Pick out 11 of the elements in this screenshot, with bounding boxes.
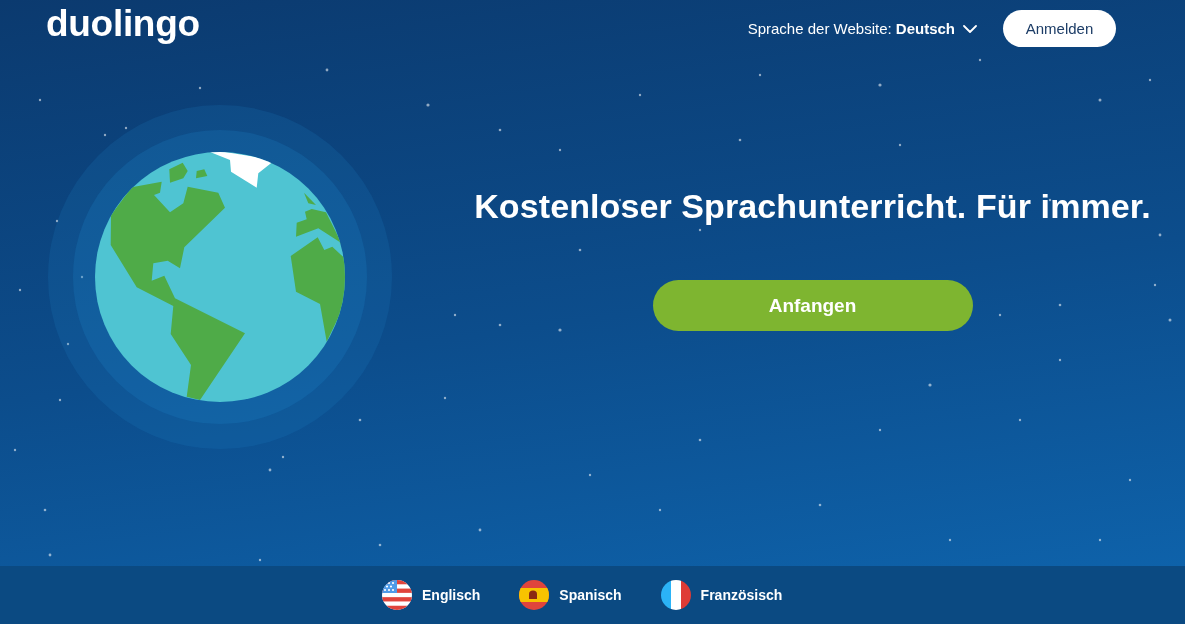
spanish-flag-icon <box>519 580 550 610</box>
language-link[interactable]: Französisch <box>660 580 783 610</box>
login-button[interactable]: Anmelden <box>1003 10 1116 47</box>
language-link[interactable]: Spanisch <box>519 580 622 610</box>
logo-text[interactable]: duolingo <box>46 5 200 42</box>
language-link[interactable]: Englisch <box>382 580 481 610</box>
site-language-dropdown[interactable]: Sprache der Website: Deutsch <box>747 20 977 37</box>
chevron-down-icon <box>963 24 977 33</box>
stars-and-stripes-flag-icon <box>382 580 412 610</box>
headline: Kostenloser Sprachunterricht. Für immer. <box>474 187 1151 226</box>
french-flag-icon <box>660 580 691 610</box>
